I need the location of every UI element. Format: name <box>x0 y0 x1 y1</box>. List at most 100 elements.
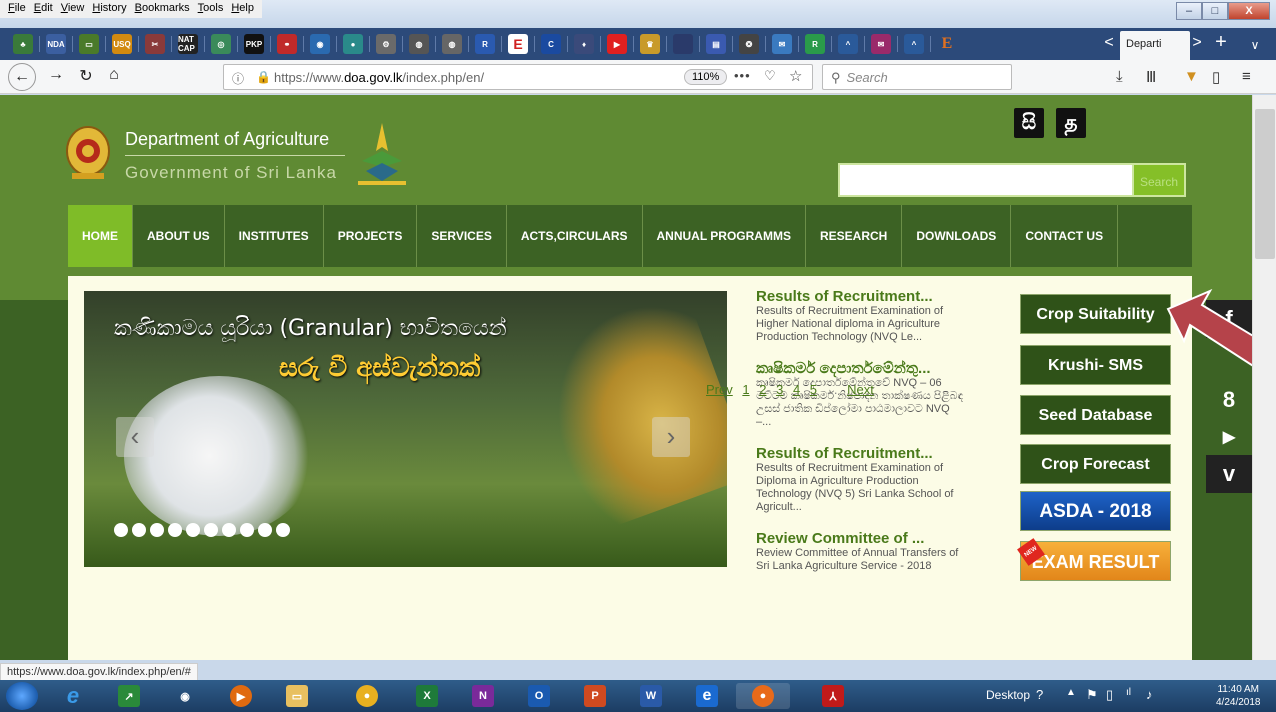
library-icon[interactable]: Ⅲ <box>1146 68 1156 86</box>
slider-next-icon[interactable]: › <box>652 417 690 457</box>
sidebar-icon[interactable]: ▯ <box>1212 68 1220 86</box>
pager-page-4[interactable]: 4 <box>793 382 800 397</box>
minimize-button[interactable]: – <box>1176 2 1202 20</box>
pinned-tab-up2-icon[interactable]: ^ <box>904 34 924 54</box>
new-tab-icon[interactable]: + <box>1212 31 1230 54</box>
menu-bookmarks[interactable]: Bookmarks <box>131 2 194 16</box>
seed-database-button[interactable]: Seed Database <box>1020 395 1171 435</box>
page-scrollbar[interactable] <box>1252 95 1276 660</box>
asda-2018-banner[interactable]: ASDA - 2018 <box>1020 491 1171 531</box>
tab-list-icon[interactable]: ∨ <box>1246 38 1264 52</box>
maximize-button[interactable]: □ <box>1202 2 1228 20</box>
site-search-button[interactable]: Search <box>1134 163 1186 197</box>
taskbar-edge[interactable]: e <box>680 683 734 709</box>
pinned-tab-teal-icon[interactable]: ● <box>343 34 363 54</box>
lang-sinhala-button[interactable]: සි <box>1014 108 1044 138</box>
taskbar-media-player[interactable]: ▶ <box>214 683 268 709</box>
signal-icon[interactable]: ıl <box>1126 687 1131 698</box>
pager-page-3[interactable]: 3 <box>776 382 783 397</box>
pinned-tab-globe-icon[interactable]: ◎ <box>211 34 231 54</box>
nav-projects[interactable]: PROJECTS <box>324 205 418 267</box>
taskbar-acrobat[interactable]: ⅄ <box>806 683 860 709</box>
tab-scroll-right-icon[interactable]: > <box>1188 34 1206 52</box>
volume-icon[interactable]: ♪ <box>1146 687 1153 702</box>
pinned-tab-mail-icon[interactable]: ✉ <box>772 34 792 54</box>
search-bar[interactable]: ⚲ Search <box>822 64 1012 90</box>
vimeo-icon[interactable]: v <box>1206 455 1252 493</box>
pinned-tab-r2-icon[interactable]: R <box>805 34 825 54</box>
taskbar-chrome[interactable]: ● <box>340 683 394 709</box>
pinned-tab-crest-icon[interactable]: ♦ <box>574 34 594 54</box>
menu-edit[interactable]: Edit <box>30 2 57 16</box>
taskbar-outlook[interactable]: O <box>512 683 566 709</box>
nav-downloads[interactable]: DOWNLOADS <box>902 205 1012 267</box>
news-title[interactable]: Review Committee of ... <box>756 530 966 547</box>
pinned-tab-gear-icon[interactable]: ⚙ <box>376 34 396 54</box>
taskbar-ie[interactable]: e <box>46 683 100 709</box>
youtube-icon[interactable]: ▶ <box>1206 419 1252 457</box>
menu-history[interactable]: History <box>88 2 130 16</box>
image-slider[interactable]: කණිකාමය යූරියා (Granular) භාවිතයෙන් සරු … <box>84 291 727 567</box>
tab-scroll-left-icon[interactable]: < <box>1100 34 1118 52</box>
downloads-icon[interactable]: ⤓ <box>1116 68 1123 85</box>
pinned-tab-grey-icon[interactable]: ◍ <box>442 34 462 54</box>
slider-dot[interactable] <box>204 523 218 537</box>
zoom-indicator[interactable]: 110% <box>684 69 728 85</box>
crop-forecast-button[interactable]: Crop Forecast <box>1020 444 1171 484</box>
taskbar-wifi-app[interactable]: ◉ <box>158 683 212 709</box>
nav-acts-circulars[interactable]: ACTS,CIRCULARS <box>507 205 643 267</box>
taskbar-explorer[interactable]: ▭ <box>270 683 324 709</box>
start-button[interactable] <box>6 682 38 710</box>
pinned-tab-leaf-icon[interactable]: ♣ <box>13 34 33 54</box>
slider-dot[interactable] <box>168 523 182 537</box>
lang-tamil-button[interactable]: த <box>1056 108 1086 138</box>
news-title[interactable]: කෘෂිකර්ම දෙපාර්තමේන්තු... <box>756 360 966 377</box>
slider-dot[interactable] <box>240 523 254 537</box>
pinned-tab-scissors-icon[interactable]: ✂ <box>145 34 165 54</box>
pinned-tab-usq-icon[interactable]: USQ <box>112 34 132 54</box>
url-bar[interactable]: ⓘ 🔒 https://www.doa.gov.lk/index.php/en/… <box>223 64 813 90</box>
bookmark-star-icon[interactable]: ☆ <box>789 67 802 85</box>
nav-services[interactable]: SERVICES <box>417 205 507 267</box>
pinned-tab-monitor-icon[interactable]: ▭ <box>79 34 99 54</box>
pinned-tab-dark-icon[interactable]: ◍ <box>409 34 429 54</box>
slider-dot[interactable] <box>150 523 164 537</box>
pinned-tab-up-icon[interactable]: ^ <box>838 34 858 54</box>
help-icon[interactable]: ? <box>1036 687 1043 702</box>
scroll-thumb[interactable] <box>1255 109 1275 259</box>
taskbar-word[interactable]: W <box>624 683 678 709</box>
hamburger-menu-icon[interactable]: ≡ <box>1242 68 1251 85</box>
pinned-tab-badge-icon[interactable]: ❂ <box>739 34 759 54</box>
nav-institutes[interactable]: INSTITUTES <box>225 205 324 267</box>
slider-prev-icon[interactable]: ‹ <box>116 417 154 457</box>
crop-suitability-button[interactable]: Crop Suitability <box>1020 294 1171 334</box>
info-icon[interactable]: ⓘ <box>232 70 244 87</box>
exam-result-banner[interactable]: NEW EXAM RESULT <box>1017 538 1171 581</box>
forward-arrow-icon[interactable]: → <box>44 66 68 84</box>
nav-home[interactable]: HOME <box>68 205 133 267</box>
taskbar-chart-app[interactable]: ↗ <box>102 683 156 709</box>
pinned-tab-pkp-icon[interactable]: PKP <box>244 34 264 54</box>
pager-next[interactable]: Next <box>847 382 874 397</box>
slider-dot[interactable] <box>132 523 146 537</box>
reload-icon[interactable]: ↻ <box>74 66 98 86</box>
active-tab[interactable]: Departi <box>1120 31 1190 60</box>
taskbar-powerpoint[interactable]: P <box>568 683 622 709</box>
pinned-tab-youtube-icon[interactable]: ▶ <box>607 34 627 54</box>
slider-dot[interactable] <box>114 523 128 537</box>
pinned-tab-nda-icon[interactable]: NDA <box>46 34 66 54</box>
pinned-tab-emblem-icon[interactable]: ♛ <box>640 34 660 54</box>
menu-file[interactable]: File <box>4 2 30 16</box>
system-clock[interactable]: 11:40 AM 4/24/2018 <box>1216 683 1261 709</box>
menu-help[interactable]: Help <box>227 2 258 16</box>
site-search-input[interactable] <box>838 163 1134 197</box>
pocket-icon[interactable]: ♡ <box>764 68 776 84</box>
pager-page-2[interactable]: 2 <box>759 382 766 397</box>
pinned-tab-blank-icon[interactable] <box>673 34 693 54</box>
pinned-tab-envelope-icon[interactable]: ✉ <box>871 34 891 54</box>
pinned-tab-c-icon[interactable]: C <box>541 34 561 54</box>
pager-page-1[interactable]: 1 <box>742 382 749 397</box>
tray-expand-icon[interactable]: ▲ <box>1066 687 1076 698</box>
slider-dot[interactable] <box>222 523 236 537</box>
page-actions-icon[interactable]: ••• <box>734 68 751 83</box>
